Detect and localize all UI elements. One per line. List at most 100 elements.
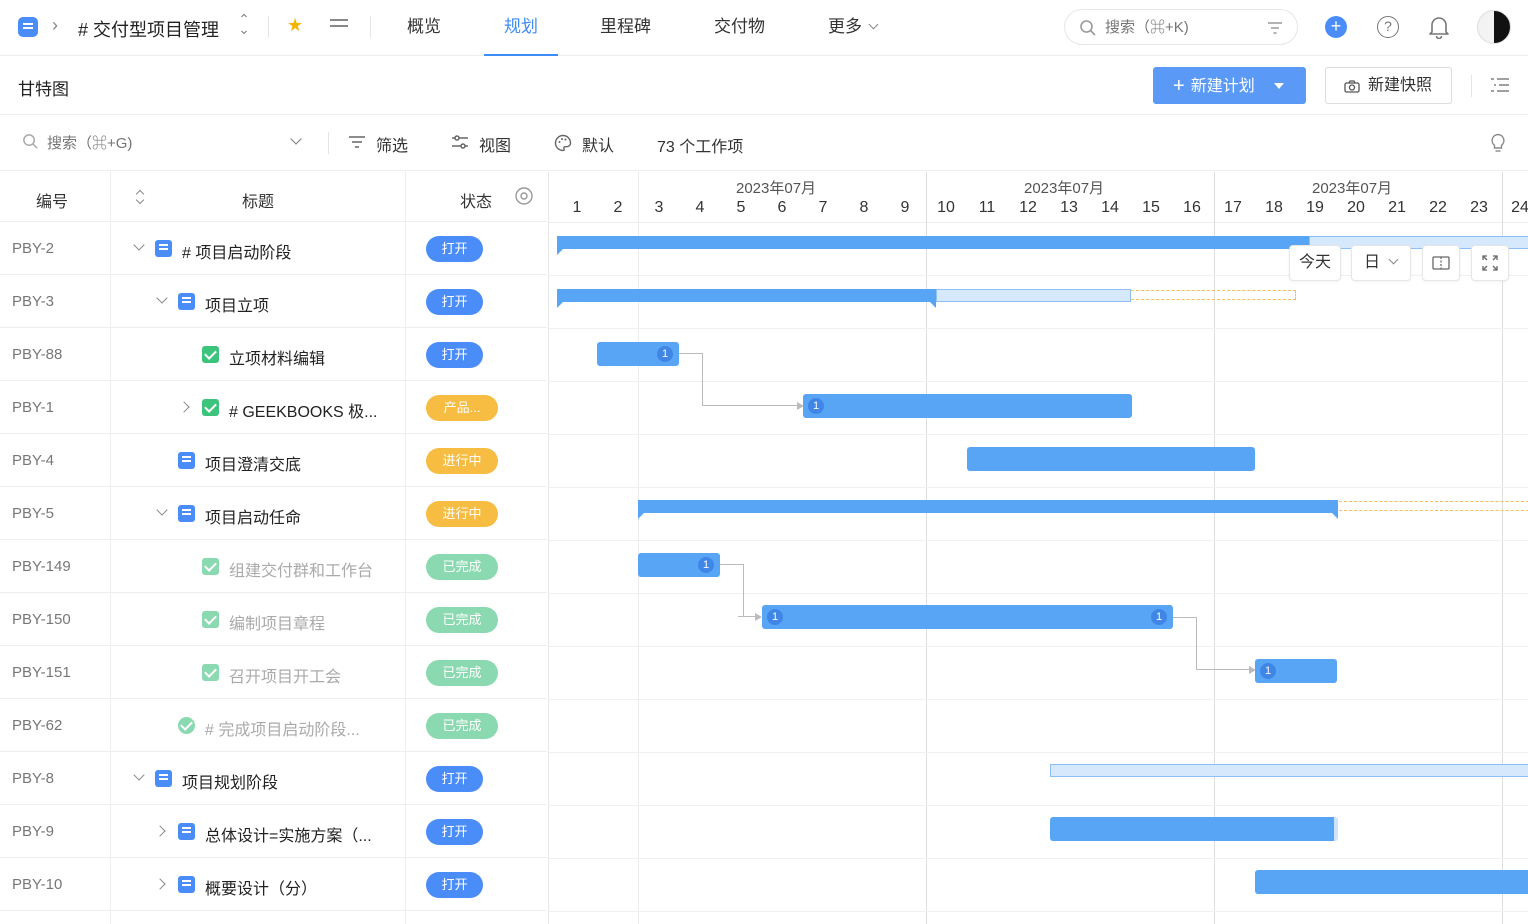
status-badge[interactable]: 已完成 [426,713,498,739]
status-badge[interactable]: 打开 [426,236,483,262]
settings-sliders-icon[interactable] [330,19,348,33]
time-scale-select[interactable]: 日 [1351,245,1411,281]
table-row[interactable]: PBY-1 # GEEKBOOKS 极... 产品... [0,381,547,434]
project-title[interactable]: # 交付型项目管理 [78,16,219,42]
table-row[interactable]: PBY-9 总体设计=实施方案（... 打开 [0,805,547,858]
star-icon[interactable]: ★ [287,15,303,36]
row-title[interactable]: 组建交付群和工作台 [229,557,373,581]
status-badge[interactable]: 打开 [426,289,483,315]
gantt-summary-bar[interactable] [557,289,936,308]
dependency-count[interactable]: 1 [808,398,824,414]
gantt-task-bar[interactable] [803,394,1132,418]
expand-chevron-icon[interactable] [154,878,166,890]
row-title[interactable]: # GEEKBOOKS 极... [229,398,378,422]
table-row[interactable]: PBY-8 项目规划阶段 打开 [0,752,547,805]
fullscreen-button[interactable] [1471,245,1509,281]
row-title[interactable]: 项目立项 [205,292,269,316]
tab-overview[interactable]: 概览 [407,0,441,56]
dependency-count[interactable]: 1 [698,557,714,573]
table-row[interactable]: PBY-10 概要设计（分） 打开 [0,858,547,911]
status-badge[interactable]: 已完成 [426,554,498,580]
status-badge[interactable]: 已完成 [426,607,498,633]
row-title[interactable]: 项目启动任命 [205,504,301,528]
table-row[interactable]: PBY-2 # 项目启动阶段 打开 [0,222,547,275]
lightbulb-icon[interactable] [1490,133,1506,153]
row-title[interactable]: 立项材料编辑 [229,345,325,369]
gantt-task-bar[interactable] [1255,870,1528,894]
filter-button[interactable]: 筛选 [349,132,408,156]
dependency-count[interactable]: 1 [1151,609,1167,625]
status-badge[interactable]: 打开 [426,342,483,368]
column-header-status[interactable]: 状态 [460,188,492,212]
gantt-task-bar[interactable] [762,605,1173,629]
notification-bell-icon[interactable] [1428,15,1450,39]
row-title[interactable]: 项目规划阶段 [182,769,278,793]
table-row[interactable]: PBY-149 组建交付群和工作台 已完成 [0,540,547,593]
global-search[interactable] [1064,9,1298,45]
row-title[interactable]: 编制项目章程 [229,610,325,634]
tab-more[interactable]: 更多 [828,0,879,56]
table-row[interactable]: PBY-4 项目澄清交底 进行中 [0,434,547,487]
filter-icon[interactable] [1267,21,1283,35]
gantt-task-bar[interactable] [967,447,1255,471]
chevron-down-icon[interactable] [290,133,302,145]
row-title[interactable]: 项目澄清交底 [205,451,301,475]
collapse-chevron-icon[interactable] [133,769,145,781]
status-badge[interactable]: 打开 [426,766,483,792]
divider [1471,75,1472,97]
split-view-button[interactable] [1422,245,1460,281]
expand-chevron-icon[interactable] [178,401,190,413]
status-badge[interactable]: 进行中 [426,501,498,527]
tab-planning[interactable]: 规划 [484,0,558,56]
expand-collapse-all-icon[interactable] [135,189,145,205]
help-icon[interactable]: ? [1377,16,1399,38]
table-row[interactable]: PBY-151 召开项目开工会 已完成 [0,646,547,699]
user-avatar[interactable] [1477,10,1511,44]
status-badge[interactable]: 打开 [426,872,483,898]
day-label: 6 [777,199,787,216]
gantt-summary-bar[interactable] [1050,764,1528,777]
dependency-count[interactable]: 1 [657,346,673,362]
view-button[interactable]: 视图 [452,132,511,156]
gantt-summary-bar[interactable] [638,500,1338,519]
gantt-summary-bar-remaining[interactable] [936,289,1131,302]
table-row[interactable]: PBY-62 # 完成项目启动阶段... 已完成 [0,699,547,752]
today-button[interactable]: 今天 [1289,245,1341,281]
status-badge[interactable]: 进行中 [426,448,498,474]
collapse-chevron-icon[interactable] [156,504,168,516]
row-title[interactable]: 召开项目开工会 [229,663,341,687]
status-badge[interactable]: 已完成 [426,660,498,686]
table-row[interactable]: PBY-5 项目启动任命 进行中 [0,487,547,540]
column-settings-icon[interactable] [514,186,534,206]
table-row[interactable]: PBY-150 编制项目章程 已完成 [0,593,547,646]
new-snapshot-button[interactable]: 新建快照 [1325,67,1452,104]
column-header-id[interactable]: 编号 [36,188,68,212]
status-badge[interactable]: 打开 [426,819,483,845]
table-row[interactable]: PBY-88 立项材料编辑 打开 [0,328,547,381]
theme-button[interactable]: 默认 [554,132,614,156]
work-item-search-input[interactable] [47,131,277,155]
gantt-summary-bar[interactable] [557,236,1309,255]
table-row[interactable]: PBY-3 项目立项 打开 [0,275,547,328]
collapse-chevron-icon[interactable] [156,292,168,304]
collapse-chevron-icon[interactable] [133,239,145,251]
project-switch-icon[interactable]: ⌃ ⌄ [238,12,250,36]
row-title[interactable]: # 完成项目启动阶段... [205,716,360,740]
dependency-count[interactable]: 1 [767,609,783,625]
tab-milestones[interactable]: 里程碑 [600,0,651,56]
column-header-title[interactable]: 标题 [242,188,274,212]
row-title[interactable]: 总体设计=实施方案（... [205,822,372,846]
gantt-chart[interactable]: 2023年07月 2023年07月 2023年07月 1 2 3 4 5 6 7… [548,172,1528,924]
status-badge[interactable]: 产品... [426,395,498,421]
dependency-count[interactable]: 1 [1260,663,1276,679]
row-title[interactable]: # 项目启动阶段 [182,239,291,263]
tab-deliverables[interactable]: 交付物 [714,0,765,56]
add-icon[interactable]: + [1325,16,1347,38]
outline-list-icon[interactable] [1490,77,1510,93]
project-app-icon[interactable] [18,17,38,37]
gantt-task-bar[interactable] [1050,817,1338,841]
row-title[interactable]: 概要设计（分） [205,875,317,899]
expand-chevron-icon[interactable] [154,825,166,837]
global-search-input[interactable] [1105,16,1265,38]
new-plan-button[interactable]: + 新建计划 [1153,67,1306,104]
